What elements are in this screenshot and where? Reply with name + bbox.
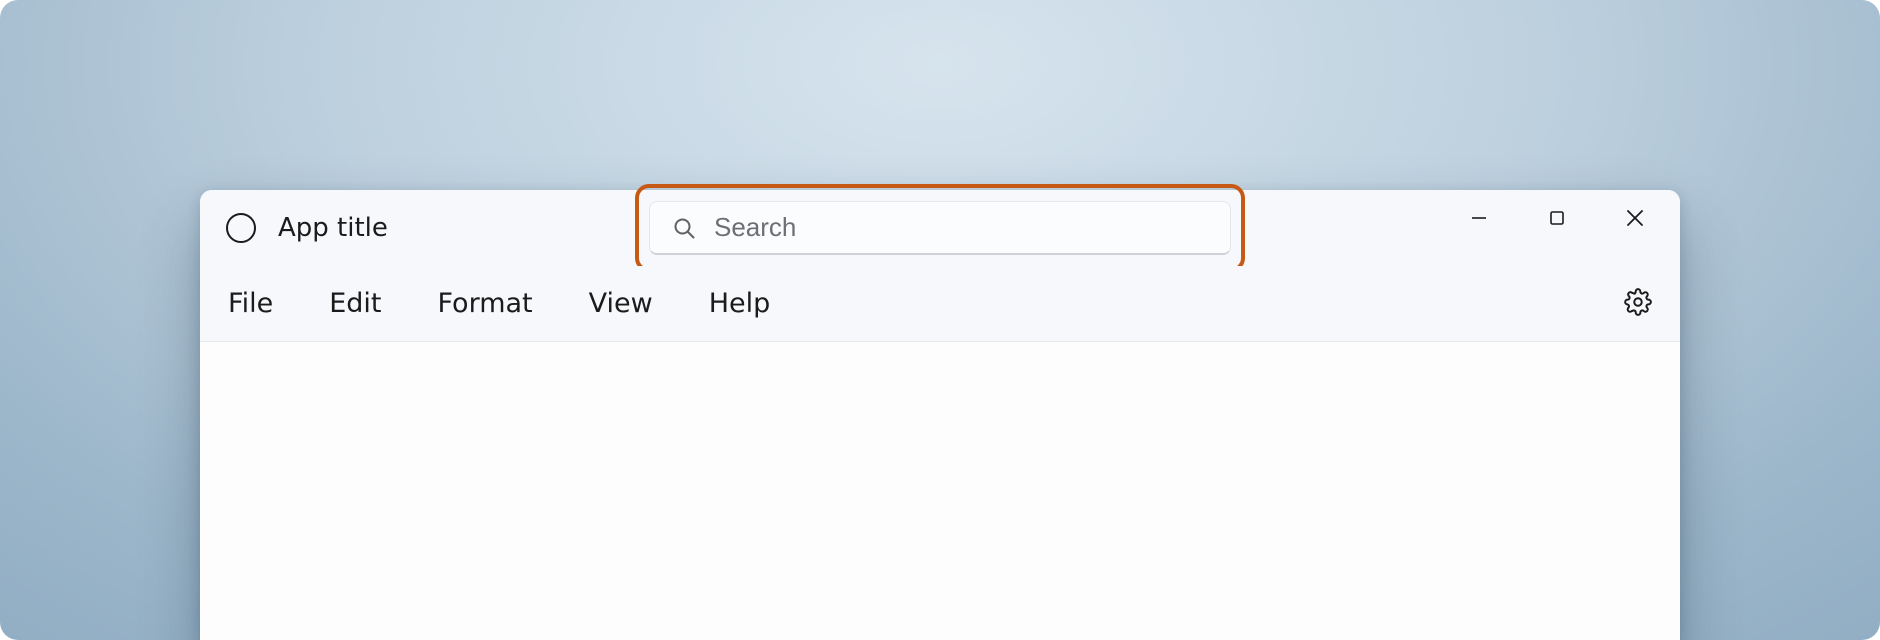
menu-view[interactable]: View <box>589 288 653 319</box>
app-icon <box>226 213 256 243</box>
menu-format[interactable]: Format <box>437 288 532 319</box>
menu-edit[interactable]: Edit <box>329 288 381 319</box>
gear-icon <box>1624 288 1652 320</box>
settings-button[interactable] <box>1618 284 1658 324</box>
menubar: File Edit Format View Help <box>200 266 1680 342</box>
menu-help[interactable]: Help <box>709 288 771 319</box>
app-identity: App title <box>226 213 388 243</box>
app-title: App title <box>278 213 388 243</box>
titlebar-search-container <box>649 201 1231 255</box>
search-input[interactable] <box>714 212 1208 243</box>
minimize-button[interactable] <box>1440 190 1518 246</box>
maximize-button[interactable] <box>1518 190 1596 246</box>
close-button[interactable] <box>1596 190 1674 246</box>
search-box[interactable] <box>649 201 1231 255</box>
caption-buttons <box>1440 190 1674 252</box>
menu-file[interactable]: File <box>228 288 273 319</box>
search-icon <box>672 216 696 240</box>
titlebar[interactable]: App title <box>200 190 1680 266</box>
desktop-wallpaper: App title <box>0 0 1880 640</box>
app-window: App title <box>200 190 1680 640</box>
content-area <box>200 342 1680 640</box>
